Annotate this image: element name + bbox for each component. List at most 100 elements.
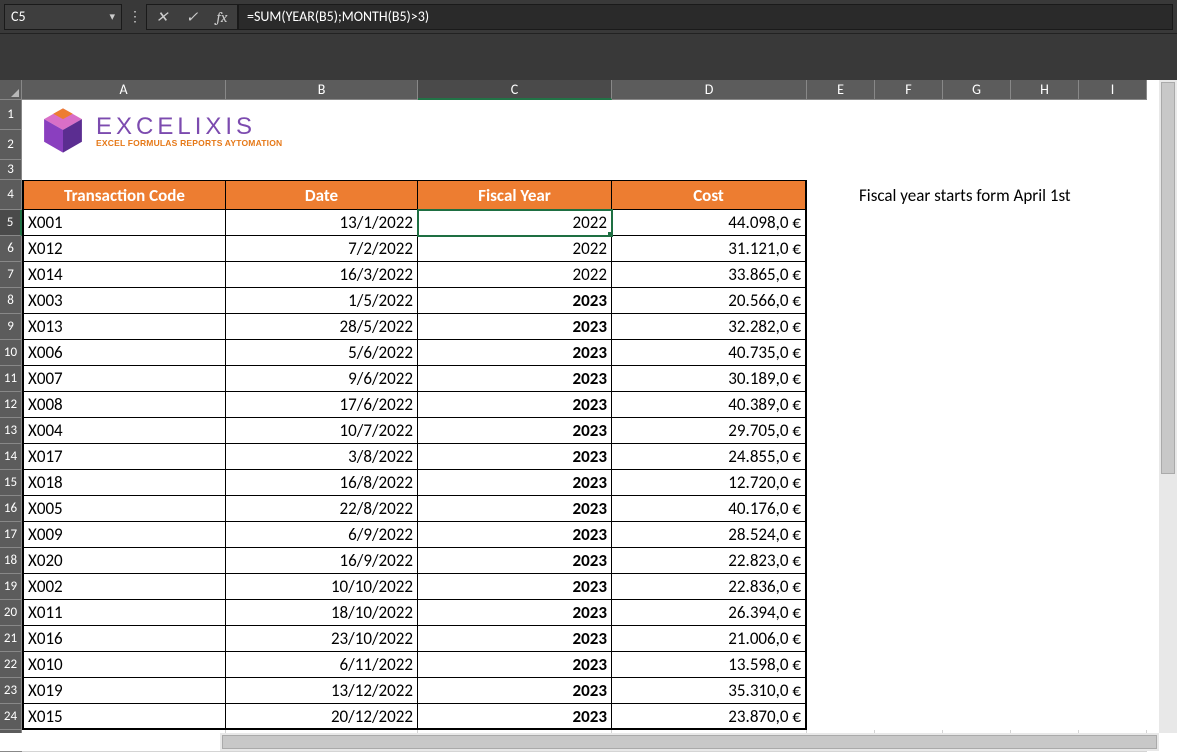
cell-date[interactable]: 23/10/2022 — [226, 626, 418, 652]
cell-code[interactable]: X003 — [22, 288, 226, 314]
cell-date[interactable]: 13/1/2022 — [226, 210, 418, 236]
cell-code[interactable]: X016 — [22, 626, 226, 652]
cell-code[interactable]: X011 — [22, 600, 226, 626]
row-header[interactable]: 16 — [0, 496, 22, 522]
cell-fy[interactable]: 2023 — [418, 314, 612, 340]
cell[interactable] — [943, 236, 1011, 262]
cell-code[interactable]: X004 — [22, 418, 226, 444]
row-header[interactable]: 12 — [0, 392, 22, 418]
cell[interactable] — [1079, 652, 1147, 678]
cell-code[interactable]: X015 — [22, 704, 226, 730]
cell[interactable] — [807, 470, 875, 496]
cell[interactable] — [875, 340, 943, 366]
row-header[interactable]: 3 — [0, 160, 22, 180]
row-header[interactable]: 17 — [0, 522, 22, 548]
row-header[interactable]: 22 — [0, 652, 22, 678]
cell-code[interactable]: X008 — [22, 392, 226, 418]
cell-fy[interactable]: 2023 — [418, 574, 612, 600]
cell-fy[interactable]: 2023 — [418, 522, 612, 548]
cell[interactable] — [1011, 548, 1079, 574]
cell[interactable] — [1011, 444, 1079, 470]
cell[interactable] — [1079, 444, 1147, 470]
cell-fy[interactable]: 2023 — [418, 548, 612, 574]
row-header[interactable]: 13 — [0, 418, 22, 444]
cell-cost[interactable]: 40.389,0 € — [612, 392, 807, 418]
scrollbar-thumb[interactable] — [1161, 82, 1175, 474]
cell[interactable] — [875, 314, 943, 340]
row-header[interactable]: 9 — [0, 314, 22, 340]
cell[interactable] — [1011, 652, 1079, 678]
cell[interactable] — [807, 548, 875, 574]
cell-fy[interactable]: 2023 — [418, 288, 612, 314]
cell-code[interactable]: X005 — [22, 496, 226, 522]
cell[interactable] — [943, 626, 1011, 652]
cell-code[interactable]: X009 — [22, 522, 226, 548]
cell[interactable] — [1011, 678, 1079, 704]
cell-date[interactable]: 3/8/2022 — [226, 444, 418, 470]
col-header-G[interactable]: G — [943, 80, 1011, 100]
cell-cost[interactable]: 22.823,0 € — [612, 548, 807, 574]
cell-code[interactable]: X012 — [22, 236, 226, 262]
cell[interactable] — [807, 366, 875, 392]
row-header[interactable]: 7 — [0, 262, 22, 288]
cell[interactable] — [22, 160, 1177, 180]
row-header[interactable]: 4 — [0, 180, 22, 210]
cell-date[interactable]: 6/11/2022 — [226, 652, 418, 678]
cell[interactable] — [807, 574, 875, 600]
cell[interactable] — [807, 236, 875, 262]
cell-fy[interactable]: 2023 — [418, 340, 612, 366]
vertical-scrollbar[interactable] — [1159, 80, 1177, 733]
cell-cost[interactable]: 29.705,0 € — [612, 418, 807, 444]
cell[interactable] — [807, 600, 875, 626]
cell[interactable] — [807, 444, 875, 470]
row-header[interactable]: 15 — [0, 470, 22, 496]
cancel-icon[interactable]: ✕ — [147, 5, 177, 29]
cell-fy[interactable]: 2023 — [418, 444, 612, 470]
cell[interactable] — [875, 574, 943, 600]
cell[interactable] — [1011, 626, 1079, 652]
cell[interactable] — [943, 470, 1011, 496]
cell[interactable] — [943, 366, 1011, 392]
cell-cost[interactable]: 26.394,0 € — [612, 600, 807, 626]
cell-date[interactable]: 16/8/2022 — [226, 470, 418, 496]
cell-date[interactable]: 18/10/2022 — [226, 600, 418, 626]
cell-cost[interactable]: 12.720,0 € — [612, 470, 807, 496]
cell[interactable] — [875, 418, 943, 444]
horizontal-scrollbar[interactable] — [0, 733, 1159, 751]
cell[interactable] — [875, 652, 943, 678]
cell[interactable] — [943, 574, 1011, 600]
cell[interactable] — [1079, 704, 1147, 730]
cell-cost[interactable]: 22.836,0 € — [612, 574, 807, 600]
cell-cost[interactable]: 13.598,0 € — [612, 652, 807, 678]
cell[interactable] — [875, 236, 943, 262]
scrollbar-thumb[interactable] — [222, 735, 1157, 749]
cell[interactable] — [875, 600, 943, 626]
cell[interactable]: Fiscal year starts form April 1st — [807, 180, 875, 210]
cell-date[interactable]: 9/6/2022 — [226, 366, 418, 392]
cell[interactable] — [943, 210, 1011, 236]
cell[interactable] — [1011, 496, 1079, 522]
cell[interactable] — [1011, 392, 1079, 418]
cell-fy[interactable]: 2023 — [418, 704, 612, 730]
cell[interactable] — [943, 392, 1011, 418]
cell-fy[interactable]: 2023 — [418, 652, 612, 678]
cell[interactable] — [1079, 340, 1147, 366]
cell[interactable] — [943, 288, 1011, 314]
cell[interactable] — [1079, 522, 1147, 548]
cell-cost[interactable]: 44.098,0 € — [612, 210, 807, 236]
cell[interactable] — [1079, 210, 1147, 236]
cell[interactable] — [807, 678, 875, 704]
cell[interactable] — [943, 418, 1011, 444]
cell-cost[interactable]: 40.176,0 € — [612, 496, 807, 522]
cell[interactable] — [1079, 392, 1147, 418]
col-header-A[interactable]: A — [22, 80, 226, 100]
cell[interactable] — [943, 314, 1011, 340]
cell-fy[interactable]: 2023 — [418, 470, 612, 496]
sheet-tab-strip[interactable] — [0, 733, 220, 751]
cell[interactable] — [875, 262, 943, 288]
cell[interactable] — [1079, 600, 1147, 626]
cell-code[interactable]: X002 — [22, 574, 226, 600]
cell-fy[interactable]: 2022 — [418, 262, 612, 288]
cell-date[interactable]: 13/12/2022 — [226, 678, 418, 704]
cell[interactable] — [943, 652, 1011, 678]
